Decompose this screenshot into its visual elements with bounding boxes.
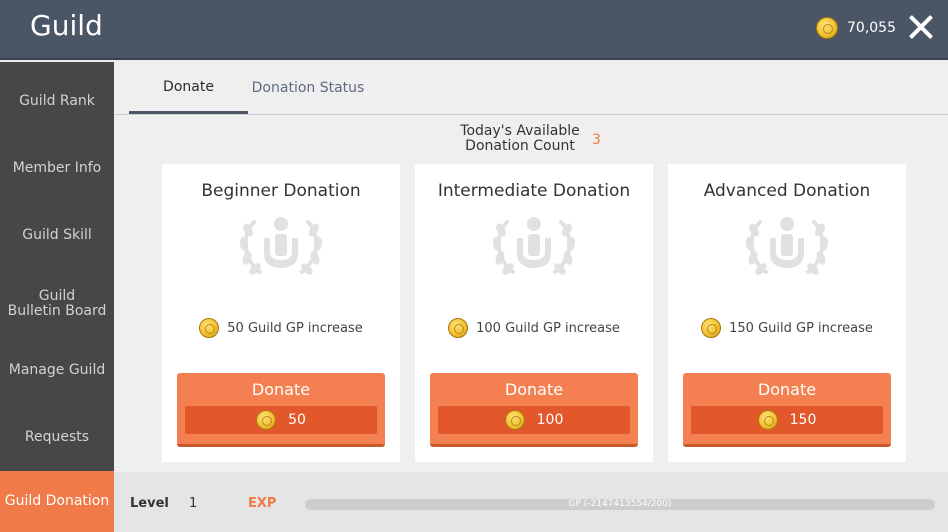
- gp-increase-row: 150 Guild GP increase: [668, 318, 906, 338]
- cost-bar: 100: [438, 406, 630, 434]
- sidebar: Guild Rank Member Info Guild Skill Guild…: [0, 62, 114, 532]
- exp-progress-bar: GP (-2147413554/200): [305, 499, 935, 510]
- sidebar-item-label: Manage Guild: [8, 362, 106, 378]
- donate-button[interactable]: Donate 100: [430, 373, 638, 447]
- cost-bar: 50: [185, 406, 377, 434]
- cost-value: 150: [789, 412, 817, 428]
- currency-display: 70,055: [816, 17, 896, 39]
- donate-button[interactable]: Donate 50: [177, 373, 385, 447]
- donation-card-beginner: Beginner Donation 50 Guild GP increase D…: [162, 164, 400, 462]
- tab-donation-status[interactable]: Donation Status: [248, 62, 368, 114]
- sidebar-item-manage-guild[interactable]: Manage Guild: [0, 337, 114, 404]
- gp-increase-text: 150 Guild GP increase: [729, 320, 873, 336]
- sidebar-item-label: Guild Rank: [19, 93, 95, 109]
- guild-level-bar: Level 1 EXP GP (-2147413554/200): [114, 472, 948, 532]
- donation-card-advanced: Advanced Donation 150 Guild GP increase …: [668, 164, 906, 462]
- sidebar-item-label: Requests: [24, 429, 90, 445]
- gold-coin-icon: [701, 318, 722, 338]
- main-panel: Donate Donation Status Today's Available…: [114, 62, 948, 472]
- gold-coin-icon: [256, 410, 277, 430]
- donate-button-label: Donate: [251, 380, 311, 399]
- currency-value: 70,055: [847, 20, 896, 36]
- tab-bar: Donate Donation Status: [114, 62, 948, 115]
- donation-hands-icon: [745, 217, 829, 275]
- level-value: 1: [189, 496, 198, 511]
- donate-button-label: Donate: [504, 380, 564, 399]
- gold-coin-icon: [448, 318, 469, 338]
- gold-coin-icon: [504, 410, 525, 430]
- card-title: Beginner Donation: [201, 181, 361, 201]
- exp-progress-text: GP (-2147413554/200): [568, 499, 672, 509]
- gp-increase-row: 50 Guild GP increase: [162, 318, 400, 338]
- available-count-label: Today's Available Donation Count: [460, 123, 580, 154]
- gold-coin-icon: [757, 410, 778, 430]
- donation-hands-icon: [239, 217, 323, 275]
- close-icon[interactable]: [908, 14, 934, 40]
- sidebar-item-guild-skill[interactable]: Guild Skill: [0, 202, 114, 269]
- gold-coin-icon: [816, 17, 838, 39]
- level-label: Level: [130, 496, 169, 511]
- sidebar-item-label: Guild Donation: [4, 493, 110, 509]
- page-title: Guild: [30, 9, 103, 42]
- gp-increase-row: 100 Guild GP increase: [415, 318, 653, 338]
- donate-button-label: Donate: [757, 380, 817, 399]
- donation-card-intermediate: Intermediate Donation 100 Guild GP incre…: [415, 164, 653, 462]
- tab-donate[interactable]: Donate: [129, 62, 248, 114]
- available-count-value: 3: [592, 132, 601, 148]
- sidebar-item-label: Guild Bulletin Board: [7, 287, 107, 319]
- card-title: Intermediate Donation: [437, 181, 631, 201]
- sidebar-item-label: Guild Skill: [22, 227, 92, 243]
- cost-bar: 150: [691, 406, 883, 434]
- gp-increase-text: 50 Guild GP increase: [227, 320, 363, 336]
- sidebar-item-guild-donation[interactable]: Guild Donation: [0, 471, 114, 532]
- exp-label: EXP: [248, 496, 277, 511]
- cost-value: 100: [536, 412, 564, 428]
- sidebar-item-guild-rank[interactable]: Guild Rank: [0, 68, 114, 135]
- sidebar-item-member-info[interactable]: Member Info: [0, 135, 114, 202]
- gp-increase-text: 100 Guild GP increase: [476, 320, 620, 336]
- sidebar-item-bulletin-board[interactable]: Guild Bulletin Board: [0, 270, 114, 337]
- gold-coin-icon: [199, 318, 220, 338]
- sidebar-item-label: Member Info: [12, 160, 102, 176]
- sidebar-item-requests[interactable]: Requests: [0, 404, 114, 471]
- cost-value: 50: [288, 412, 306, 428]
- donate-button[interactable]: Donate 150: [683, 373, 891, 447]
- card-title: Advanced Donation: [703, 181, 871, 201]
- top-bar: Guild 70,055: [0, 0, 948, 60]
- donation-hands-icon: [492, 217, 576, 275]
